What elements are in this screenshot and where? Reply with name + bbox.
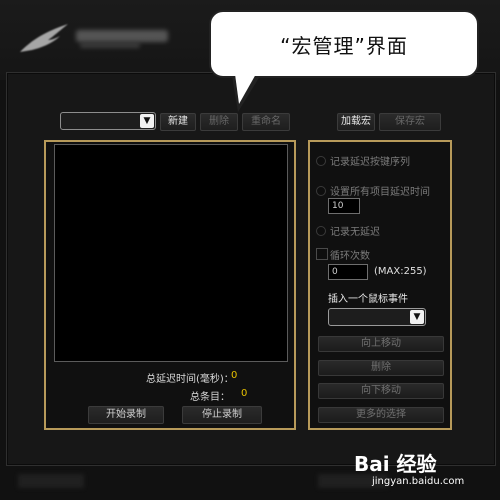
macro-event-list[interactable] [54, 144, 288, 362]
chevron-down-icon[interactable]: ▼ [140, 114, 154, 128]
stop-record-button[interactable]: 停止录制 [182, 406, 262, 424]
callout-bubble: “宏管理”界面 [209, 10, 479, 78]
move-up-button[interactable]: 向上移动 [318, 336, 444, 352]
loop-count-label: 循环次数 [330, 251, 370, 262]
total-items-value: 0 [241, 388, 248, 399]
insert-mouse-event-label: 插入一个鼠标事件 [328, 294, 408, 305]
more-options-button[interactable]: 更多的选择 [318, 407, 444, 423]
macro-options-panel: 记录延迟按键序列 设置所有项目延迟时间 10 记录无延迟 循环次数 0 (MAX… [308, 140, 452, 430]
no-delay-label: 记录无延迟 [330, 227, 380, 238]
loop-max-label: (MAX:255) [374, 266, 427, 277]
rename-macro-button[interactable]: 重命名 [242, 113, 290, 131]
watermark-url: jingyan.baidu.com [372, 476, 465, 487]
move-down-button[interactable]: 向下移动 [318, 383, 444, 399]
set-all-delay-radio[interactable] [316, 186, 326, 196]
loop-count-input[interactable]: 0 [328, 264, 368, 280]
no-delay-radio[interactable] [316, 226, 326, 236]
total-items-label: 总条目： [190, 392, 230, 403]
bird-logo-icon [20, 24, 68, 52]
set-all-delay-label: 设置所有项目延迟时间 [330, 187, 430, 198]
total-delay-label: 总延迟时间(毫秒)： [146, 374, 234, 385]
watermark-main-text: Bai 经验 [354, 452, 437, 476]
delete-event-button[interactable]: 删除 [318, 360, 444, 376]
chevron-down-icon[interactable]: ▼ [410, 310, 424, 324]
load-macro-button[interactable]: 加载宏 [337, 113, 375, 131]
macro-editor-panel: 总延迟时间(毫秒)： 0 总条目： 0 开始录制 停止录制 [44, 140, 296, 430]
total-delay-value: 0 [231, 370, 238, 381]
start-record-button[interactable]: 开始录制 [88, 406, 164, 424]
delay-input[interactable]: 10 [328, 198, 360, 214]
delete-macro-button[interactable]: 删除 [200, 113, 238, 131]
footer-blurred-left [18, 474, 84, 488]
callout-text: “宏管理”界面 [280, 33, 408, 58]
macro-select[interactable]: ▼ [60, 112, 156, 130]
brand-tagline-blurred [80, 43, 140, 48]
brand-logo [18, 22, 168, 52]
record-delay-radio[interactable] [316, 156, 326, 166]
record-delay-label: 记录延迟按键序列 [330, 157, 410, 168]
brand-name-blurred [76, 30, 168, 42]
loop-checkbox[interactable] [316, 248, 328, 260]
watermark: Bai 经验 jingyan.baidu.com [354, 446, 494, 492]
mouse-event-select[interactable]: ▼ [328, 308, 426, 326]
new-macro-button[interactable]: 新建 [160, 113, 196, 131]
save-macro-button[interactable]: 保存宏 [379, 113, 441, 131]
callout-tail [235, 74, 256, 104]
